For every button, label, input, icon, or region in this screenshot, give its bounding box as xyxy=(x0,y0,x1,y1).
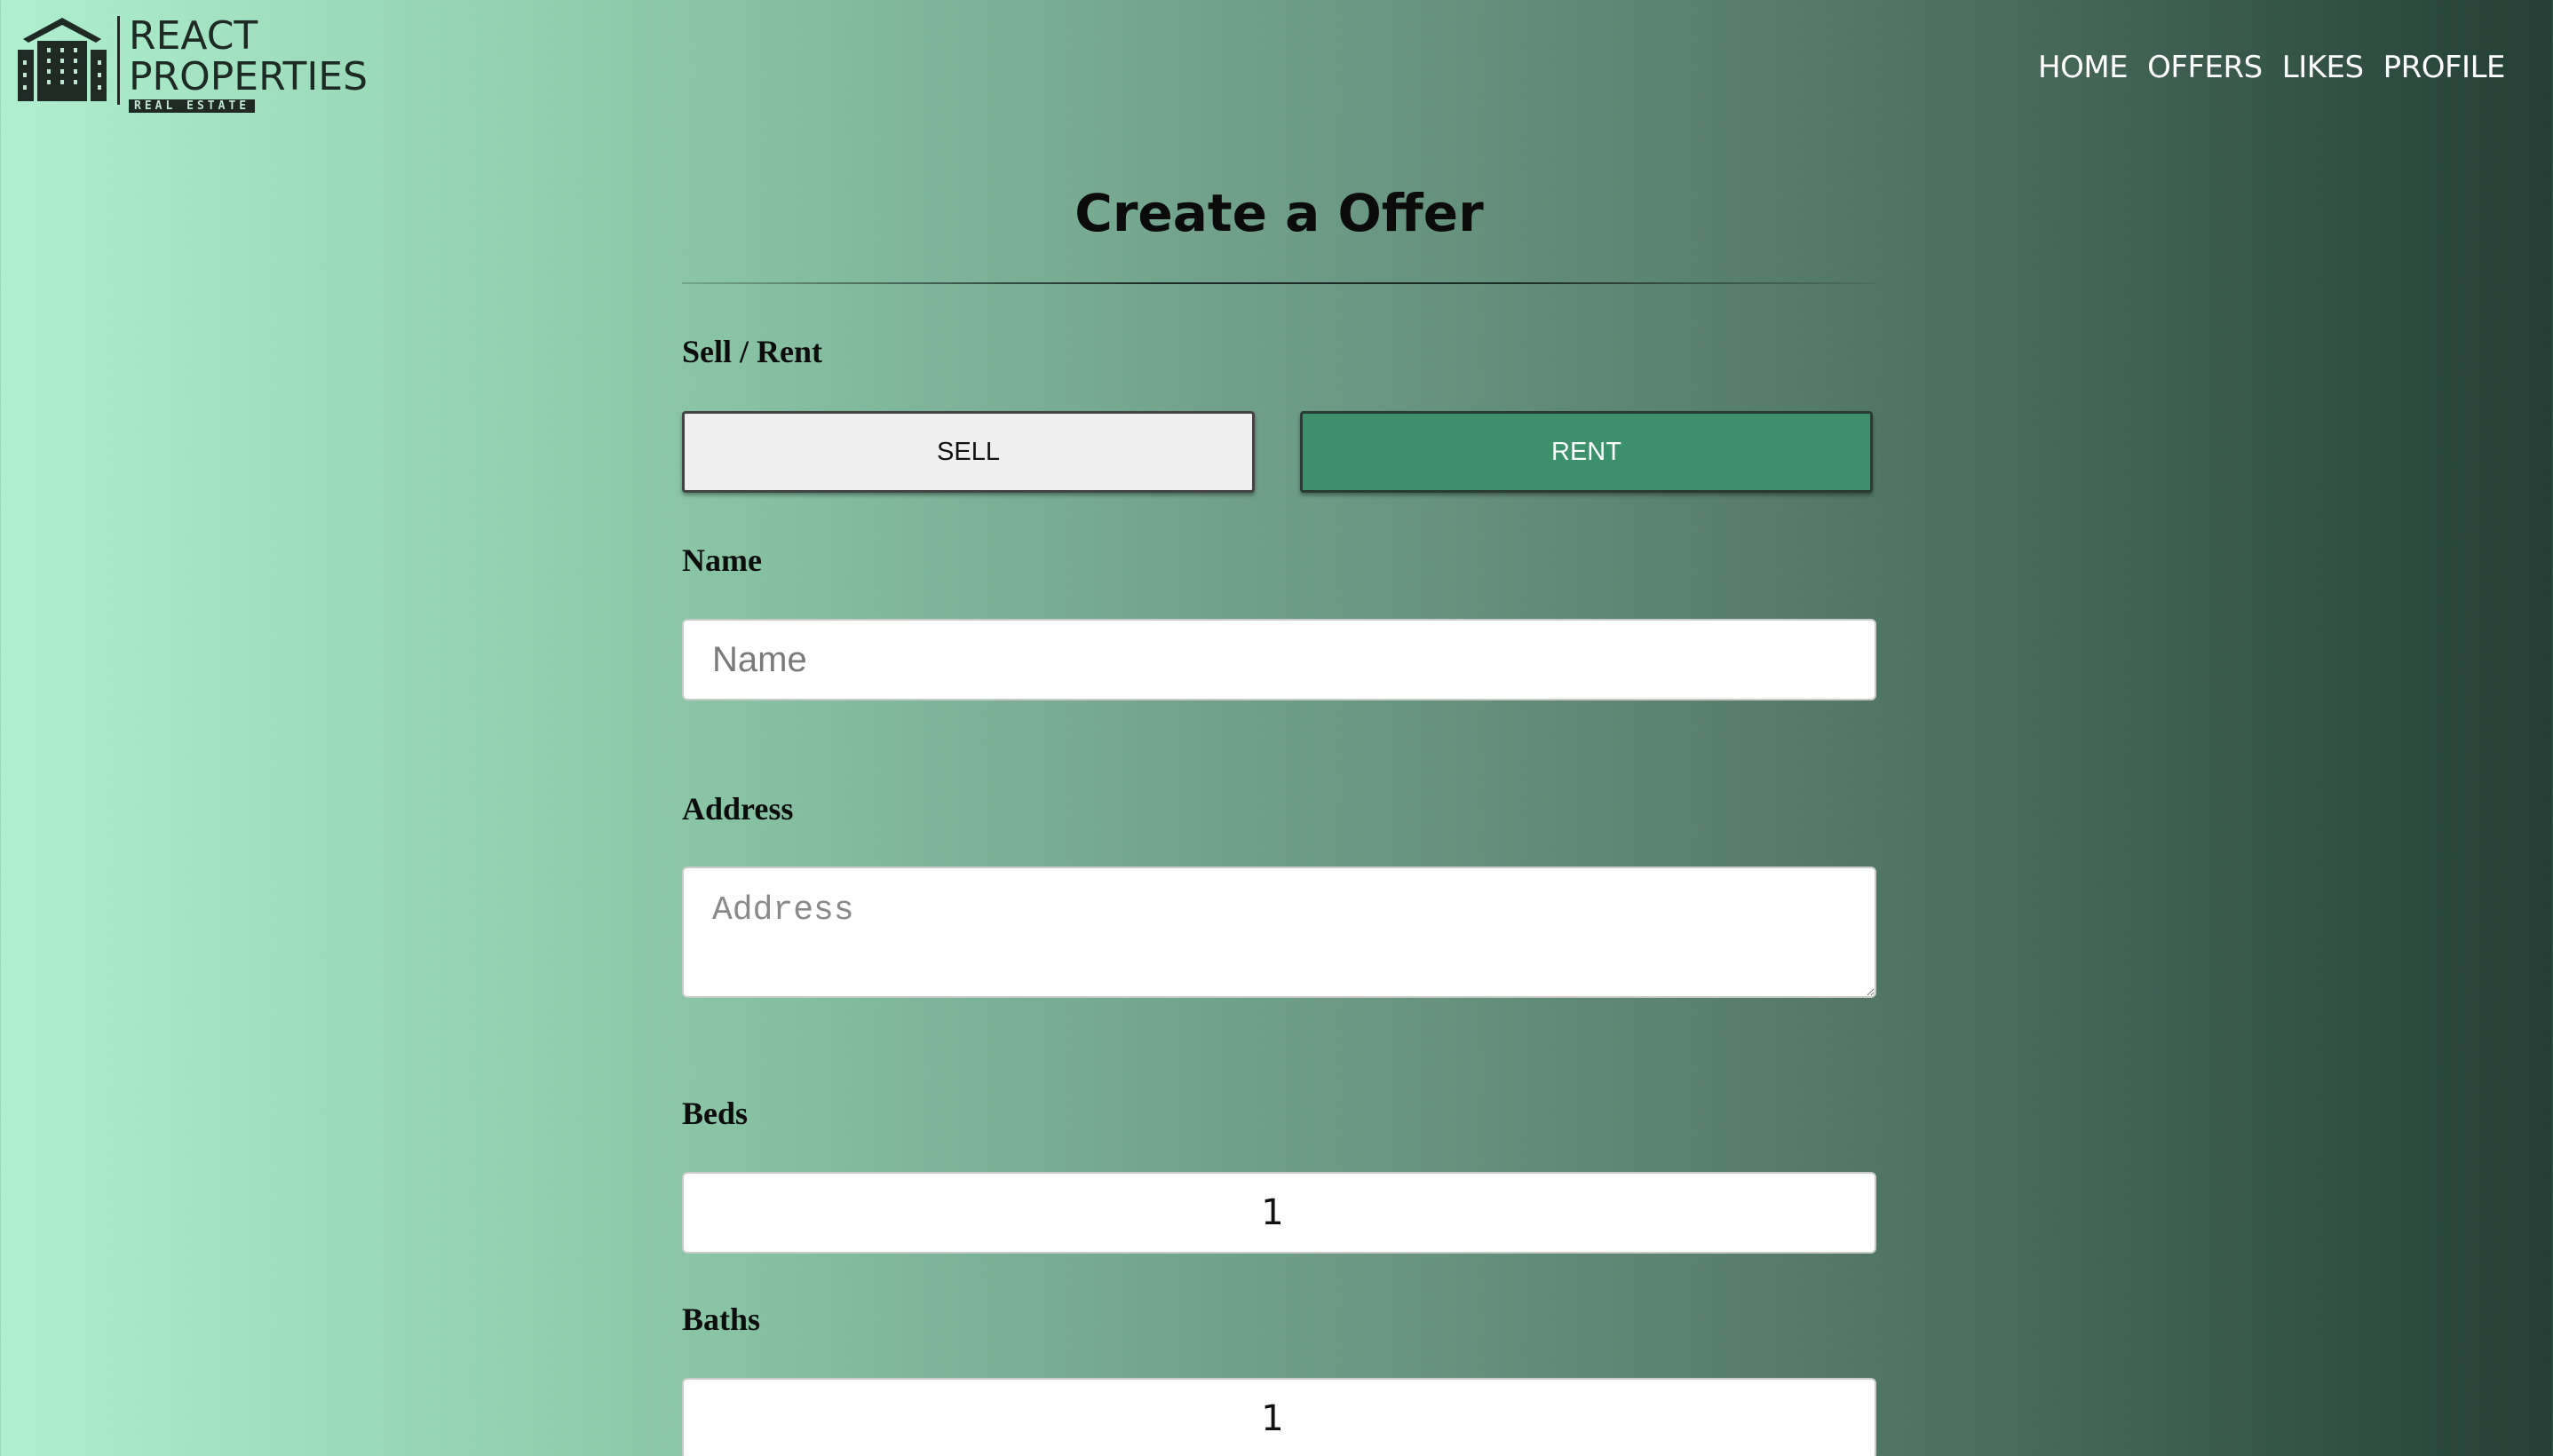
nav-offers-link[interactable]: OFFERS xyxy=(2147,50,2263,85)
beds-label: Beds xyxy=(682,1096,749,1131)
nav-profile-link[interactable]: PROFILE xyxy=(2383,50,2506,85)
page-title: Create a Offer xyxy=(1074,183,1484,243)
top-header: REACT PROPERTIES REAL ESTATE HOME OFFERS… xyxy=(0,0,2553,115)
main-nav: HOME OFFERS LIKES PROFILE xyxy=(2038,50,2505,85)
brand-line-2: PROPERTIES xyxy=(129,54,369,99)
rent-button[interactable]: RENT xyxy=(1300,411,1873,493)
sell-rent-label: Sell / Rent xyxy=(682,334,822,369)
sell-button[interactable]: SELL xyxy=(682,411,1255,493)
address-label: Address xyxy=(682,791,794,827)
nav-home-link[interactable]: HOME xyxy=(2038,50,2129,85)
brand-tagline: REAL ESTATE xyxy=(129,99,256,113)
name-label: Name xyxy=(682,542,762,578)
building-icon xyxy=(18,18,107,101)
beds-input[interactable] xyxy=(682,1172,1876,1254)
name-input[interactable] xyxy=(682,619,1876,700)
brand-logo[interactable]: REACT PROPERTIES REAL ESTATE xyxy=(18,16,368,113)
brand-wordmark: REACT PROPERTIES REAL ESTATE xyxy=(117,13,369,113)
address-textarea[interactable] xyxy=(682,866,1876,998)
create-offer-form: Create a Offer Sell / Rent SELL RENT Nam… xyxy=(682,178,1876,1456)
baths-label: Baths xyxy=(682,1302,761,1337)
nav-likes-link[interactable]: LIKES xyxy=(2282,50,2364,85)
baths-input[interactable] xyxy=(682,1378,1876,1456)
brand-line-1: REACT xyxy=(129,13,258,59)
